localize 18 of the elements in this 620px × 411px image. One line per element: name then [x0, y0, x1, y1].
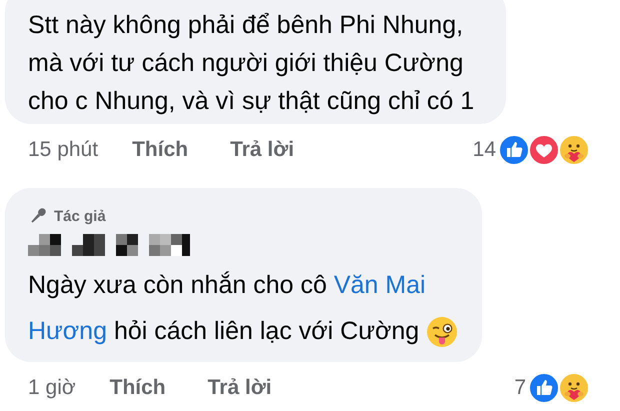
- reaction-count: 7: [514, 376, 526, 400]
- name-link[interactable]: Hương: [28, 317, 107, 345]
- comment-time: 1 giờ: [28, 376, 76, 400]
- hug-face-icon: [558, 134, 590, 166]
- action-link[interactable]: Thích: [110, 376, 166, 400]
- like-icon: [528, 372, 560, 404]
- action-link[interactable]: Trả lời: [208, 376, 272, 400]
- comment-time: 15 phút: [28, 138, 98, 162]
- comment-text: Stt này không phải để bênh Phi Nhung, mà với tư cách người giới thiệu Cường cho c Nhung, và vì sự thật cũng chỉ có 1: [28, 10, 474, 117]
- reaction-count: 14: [472, 138, 496, 162]
- action-link[interactable]: Thích: [132, 138, 188, 162]
- name-link[interactable]: Văn Mai: [334, 271, 426, 299]
- like-icon: [498, 134, 530, 166]
- winking-tongue-emoji-icon: [426, 316, 458, 348]
- comment-text: Ngày xưa còn nhắn cho cô Văn Mai Hương hỏi cách liên lạc với Cường: [28, 262, 458, 354]
- author-label: Tác giả: [54, 208, 106, 224]
- action-link[interactable]: Trả lời: [230, 138, 294, 162]
- hug-face-icon: [558, 372, 590, 404]
